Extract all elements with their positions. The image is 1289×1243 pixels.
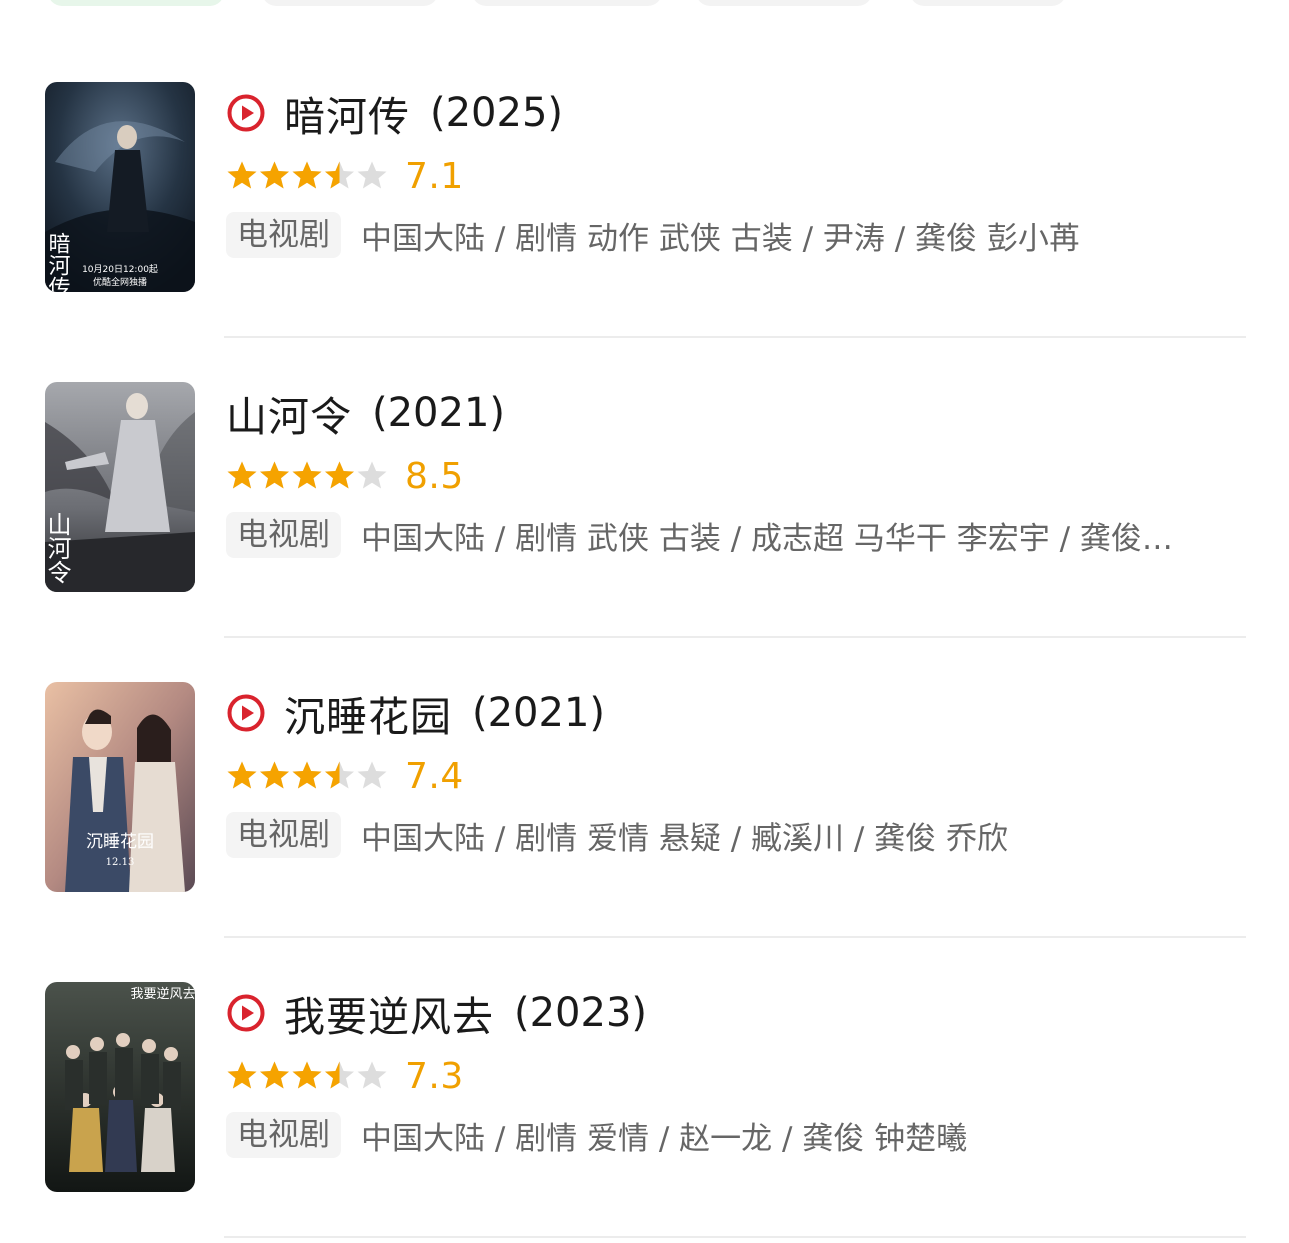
- poster-caption: 优酷全网独播: [93, 276, 147, 288]
- star-empty-icon: [357, 1061, 387, 1089]
- poster-title-text: 沉睡花园: [86, 832, 154, 852]
- star-full-icon: [292, 161, 322, 189]
- poster-caption: 12.13: [106, 857, 135, 868]
- rating-row: 7.1: [226, 154, 464, 198]
- category-tag: 电视剧: [226, 812, 341, 858]
- play-icon[interactable]: [226, 993, 266, 1033]
- star-rating: [226, 1060, 388, 1092]
- star-empty-icon: [357, 161, 387, 189]
- filter-chip[interactable]: [262, 0, 438, 6]
- star-full-icon: [292, 1061, 322, 1089]
- divider: [224, 636, 1246, 638]
- rating-score: 7.4: [405, 755, 464, 797]
- poster-art: 山河令: [45, 382, 195, 592]
- star-half-icon: [325, 761, 354, 789]
- star-full-icon: [260, 161, 289, 189]
- item-title[interactable]: 沉睡花园: [284, 683, 452, 743]
- filter-chip[interactable]: [472, 0, 662, 6]
- title-row: 沉睡花园 (2021): [226, 688, 606, 741]
- filter-chip[interactable]: [910, 0, 1066, 6]
- item-year: (2021): [372, 390, 506, 436]
- category-tag: 电视剧: [226, 1112, 341, 1158]
- star-full-icon: [227, 461, 257, 489]
- result-item[interactable]: 沉睡花园 12.13 沉睡花园 (2021) 7.4 电视剧 中国大陆 / 剧情…: [0, 682, 1289, 982]
- poster-art: 我要逆风去: [45, 982, 195, 1192]
- poster-art: 沉睡花园 12.13: [45, 682, 195, 892]
- star-full-icon: [227, 761, 257, 789]
- star-rating: [226, 460, 388, 492]
- divider: [224, 936, 1246, 938]
- poster-image[interactable]: 沉睡花园 12.13: [45, 682, 195, 892]
- meta-row: 电视剧 中国大陆 / 剧情 动作 武侠 古装 / 尹涛 / 龚俊 彭小苒: [226, 212, 1226, 258]
- star-half-icon: [325, 161, 354, 189]
- poster-title-text: 山河令: [45, 512, 71, 584]
- item-year: (2025): [430, 90, 564, 136]
- item-meta: 中国大陆 / 剧情 爱情 / 赵一龙 / 龚俊 钟楚曦: [361, 1120, 968, 1157]
- category-tag: 电视剧: [226, 212, 341, 258]
- item-year: (2023): [514, 990, 648, 1036]
- item-title[interactable]: 我要逆风去: [284, 983, 494, 1043]
- meta-row: 电视剧 中国大陆 / 剧情 爱情 悬疑 / 臧溪川 / 龚俊 乔欣: [226, 812, 1226, 858]
- rating-score: 7.1: [405, 155, 464, 197]
- star-rating: [226, 160, 388, 192]
- rating-row: 7.4: [226, 754, 464, 798]
- star-empty-icon: [357, 461, 387, 489]
- filter-chip[interactable]: [696, 0, 872, 6]
- result-item[interactable]: 暗河传 10月20日12:00起 优酷全网独播 暗河传 (2025) 7.1 电…: [0, 82, 1289, 382]
- play-icon[interactable]: [226, 693, 266, 733]
- result-item[interactable]: 山河令 山河令 (2021) 8.5 电视剧 中国大陆 / 剧情 武侠 古装 /…: [0, 382, 1289, 682]
- star-full-icon: [227, 161, 257, 189]
- item-year: (2021): [472, 690, 606, 736]
- star-full-icon: [260, 461, 289, 489]
- filter-tabs: [48, 0, 1098, 8]
- poster-caption: 10月20日12:00起: [82, 264, 158, 275]
- item-title[interactable]: 山河令: [226, 383, 352, 443]
- title-row: 山河令 (2021): [226, 388, 506, 441]
- item-meta: 中国大陆 / 剧情 爱情 悬疑 / 臧溪川 / 龚俊 乔欣: [361, 820, 1009, 857]
- poster-title-text: 我要逆风去: [130, 986, 195, 1002]
- star-full-icon: [260, 1061, 289, 1089]
- poster-title-text: 暗河传: [45, 232, 71, 292]
- title-row: 暗河传 (2025): [226, 88, 564, 141]
- play-icon[interactable]: [226, 93, 266, 133]
- item-meta: 中国大陆 / 剧情 武侠 古装 / 成志超 马华干 李宏宇 / 龚俊…: [361, 520, 1173, 557]
- category-tag: 电视剧: [226, 512, 341, 558]
- star-full-icon: [292, 761, 322, 789]
- divider: [224, 1236, 1246, 1238]
- item-meta: 中国大陆 / 剧情 动作 武侠 古装 / 尹涛 / 龚俊 彭小苒: [361, 220, 1080, 257]
- rating-score: 7.3: [405, 1055, 464, 1097]
- poster-art: 暗河传 10月20日12:00起 优酷全网独播: [45, 82, 195, 292]
- rating-score: 8.5: [405, 455, 464, 497]
- divider: [224, 336, 1246, 338]
- rating-row: 7.3: [226, 1054, 464, 1098]
- star-rating: [226, 760, 388, 792]
- star-half-icon: [325, 1061, 354, 1089]
- title-row: 我要逆风去 (2023): [226, 988, 648, 1041]
- star-full-icon: [325, 461, 354, 489]
- item-title[interactable]: 暗河传: [284, 83, 410, 143]
- rating-row: 8.5: [226, 454, 464, 498]
- poster-image[interactable]: 我要逆风去: [45, 982, 195, 1192]
- star-empty-icon: [357, 761, 387, 789]
- star-full-icon: [260, 761, 289, 789]
- filter-chip[interactable]: [48, 0, 224, 6]
- star-full-icon: [292, 461, 322, 489]
- poster-image[interactable]: 暗河传 10月20日12:00起 优酷全网独播: [45, 82, 195, 292]
- result-item[interactable]: 我要逆风去 我要逆风去 (2023) 7.3 电视剧 中国大陆 / 剧情 爱情 …: [0, 982, 1289, 1243]
- star-full-icon: [227, 1061, 257, 1089]
- meta-row: 电视剧 中国大陆 / 剧情 武侠 古装 / 成志超 马华干 李宏宇 / 龚俊…: [226, 512, 1226, 558]
- meta-row: 电视剧 中国大陆 / 剧情 爱情 / 赵一龙 / 龚俊 钟楚曦: [226, 1112, 1226, 1158]
- search-results-page: 暗河传 10月20日12:00起 优酷全网独播 暗河传 (2025) 7.1 电…: [0, 0, 1289, 1243]
- poster-image[interactable]: 山河令: [45, 382, 195, 592]
